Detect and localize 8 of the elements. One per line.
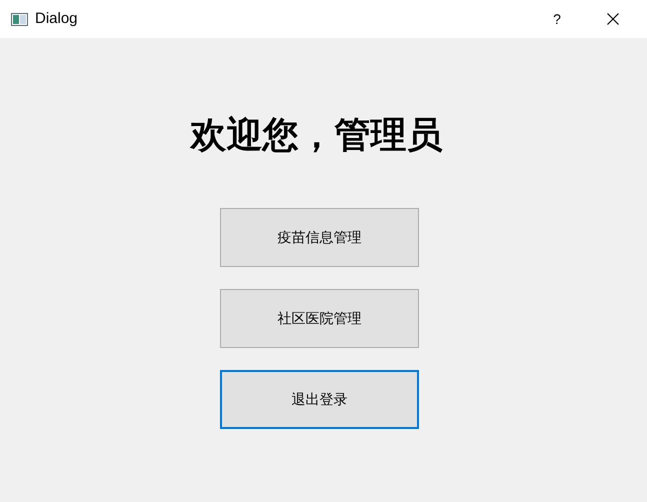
close-icon — [607, 13, 619, 25]
window-title: Dialog — [35, 8, 78, 29]
menu-button[interactable]: 退出登录 — [220, 370, 419, 429]
menu-button[interactable]: 社区医院管理 — [220, 289, 419, 348]
help-button[interactable]: ? — [534, 0, 580, 38]
window-icon — [11, 12, 28, 26]
welcome-heading: 欢迎您，管理员 — [190, 113, 442, 157]
menu-button[interactable]: 疫苗信息管理 — [220, 208, 419, 267]
